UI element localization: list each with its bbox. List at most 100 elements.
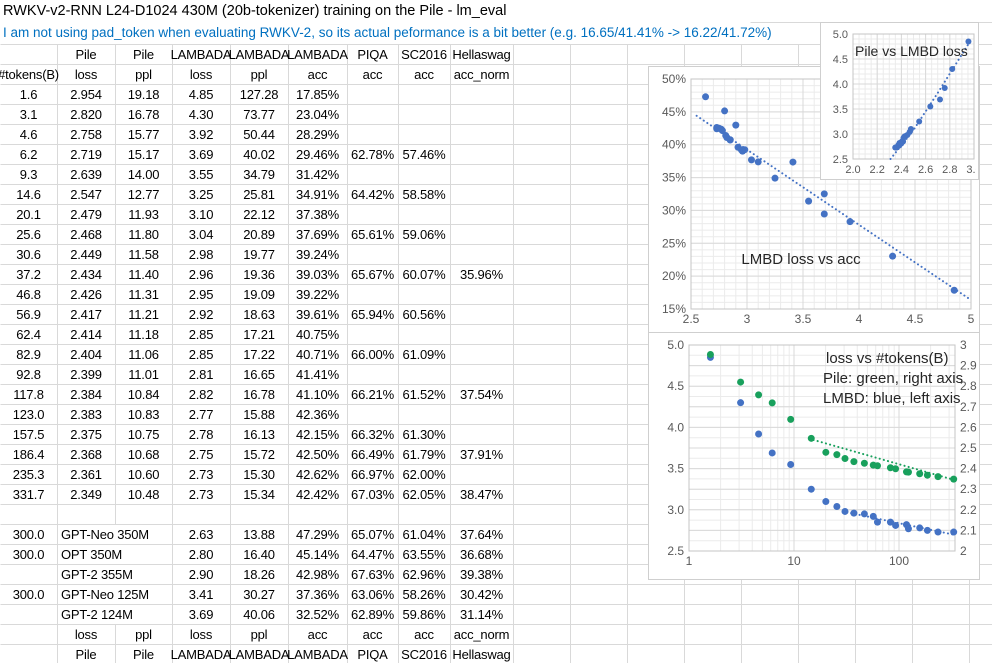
- data-cell[interactable]: 3.55: [172, 164, 230, 184]
- data-cell[interactable]: 14.00: [115, 164, 172, 184]
- model-name-cell[interactable]: GPT-2 355M: [57, 564, 172, 584]
- data-cell[interactable]: 2.368: [57, 444, 115, 464]
- data-cell[interactable]: [450, 324, 513, 344]
- data-cell[interactable]: 16.13: [230, 424, 288, 444]
- data-cell[interactable]: 42.15%: [288, 424, 347, 444]
- data-cell[interactable]: [347, 324, 398, 344]
- data-cell[interactable]: 65.07%: [347, 524, 398, 544]
- data-cell[interactable]: 2.414: [57, 324, 115, 344]
- data-cell[interactable]: [450, 304, 513, 324]
- data-cell[interactable]: [347, 84, 398, 104]
- data-cell[interactable]: 3.41: [172, 584, 230, 604]
- data-cell[interactable]: 300.0: [0, 584, 57, 604]
- data-cell[interactable]: [347, 284, 398, 304]
- data-cell[interactable]: 157.5: [0, 424, 57, 444]
- data-cell[interactable]: 67.03%: [347, 484, 398, 504]
- data-cell[interactable]: [450, 464, 513, 484]
- data-cell[interactable]: 20.1: [0, 204, 57, 224]
- data-cell[interactable]: 10.84: [115, 384, 172, 404]
- model-name-cell[interactable]: GPT-Neo 125M: [57, 584, 172, 604]
- footer-label-cell[interactable]: Pile: [57, 644, 115, 664]
- data-cell[interactable]: 37.64%: [450, 524, 513, 544]
- data-cell[interactable]: 19.77: [230, 244, 288, 264]
- footer-label-cell[interactable]: [0, 624, 57, 644]
- data-cell[interactable]: 39.03%: [288, 264, 347, 284]
- data-cell[interactable]: [450, 284, 513, 304]
- data-cell[interactable]: 25.6: [0, 224, 57, 244]
- empty-cell[interactable]: [115, 504, 172, 524]
- data-cell[interactable]: 16.65: [230, 364, 288, 384]
- data-cell[interactable]: 2.426: [57, 284, 115, 304]
- data-cell[interactable]: [0, 604, 57, 624]
- data-cell[interactable]: 15.88: [230, 404, 288, 424]
- data-cell[interactable]: 62.89%: [347, 604, 398, 624]
- data-cell[interactable]: 56.9: [0, 304, 57, 324]
- data-cell[interactable]: 2.85: [172, 344, 230, 364]
- empty-cell[interactable]: [450, 504, 513, 524]
- data-cell[interactable]: 34.91%: [288, 184, 347, 204]
- empty-cell[interactable]: [288, 504, 347, 524]
- data-cell[interactable]: 2.399: [57, 364, 115, 384]
- data-cell[interactable]: 62.00%: [398, 464, 450, 484]
- data-cell[interactable]: 235.3: [0, 464, 57, 484]
- data-cell[interactable]: 63.55%: [398, 544, 450, 564]
- data-cell[interactable]: 2.383: [57, 404, 115, 424]
- data-cell[interactable]: 61.30%: [398, 424, 450, 444]
- data-cell[interactable]: 11.58: [115, 244, 172, 264]
- data-cell[interactable]: 39.61%: [288, 304, 347, 324]
- data-cell[interactable]: 92.8: [0, 364, 57, 384]
- data-cell[interactable]: 10.83: [115, 404, 172, 424]
- data-cell[interactable]: 65.94%: [347, 304, 398, 324]
- data-cell[interactable]: 2.81: [172, 364, 230, 384]
- data-cell[interactable]: 10.68: [115, 444, 172, 464]
- footer-label-cell[interactable]: LAMBADA: [172, 644, 230, 664]
- data-cell[interactable]: 15.34: [230, 484, 288, 504]
- column-header-cell[interactable]: loss: [172, 64, 230, 84]
- data-cell[interactable]: 17.22: [230, 344, 288, 364]
- data-cell[interactable]: [450, 184, 513, 204]
- footer-label-cell[interactable]: acc_norm: [450, 624, 513, 644]
- data-cell[interactable]: 2.820: [57, 104, 115, 124]
- data-cell[interactable]: 45.14%: [288, 544, 347, 564]
- data-cell[interactable]: 34.79: [230, 164, 288, 184]
- data-cell[interactable]: [0, 564, 57, 584]
- data-cell[interactable]: 40.06: [230, 604, 288, 624]
- footer-label-cell[interactable]: PIQA: [347, 644, 398, 664]
- data-cell[interactable]: 65.61%: [347, 224, 398, 244]
- empty-cell[interactable]: [230, 504, 288, 524]
- data-cell[interactable]: 31.14%: [450, 604, 513, 624]
- data-cell[interactable]: 39.38%: [450, 564, 513, 584]
- data-cell[interactable]: [450, 404, 513, 424]
- column-header-cell[interactable]: acc: [347, 64, 398, 84]
- data-cell[interactable]: 32.52%: [288, 604, 347, 624]
- data-cell[interactable]: 17.21: [230, 324, 288, 344]
- data-cell[interactable]: [398, 164, 450, 184]
- data-cell[interactable]: 40.71%: [288, 344, 347, 364]
- data-cell[interactable]: 15.17: [115, 144, 172, 164]
- data-cell[interactable]: 17.85%: [288, 84, 347, 104]
- data-cell[interactable]: 64.42%: [347, 184, 398, 204]
- data-cell[interactable]: 2.384: [57, 384, 115, 404]
- data-cell[interactable]: 2.95: [172, 284, 230, 304]
- sheet-subtitle-cell[interactable]: I am not using pad_token when evaluating…: [3, 25, 772, 40]
- data-cell[interactable]: 331.7: [0, 484, 57, 504]
- data-cell[interactable]: [450, 124, 513, 144]
- data-cell[interactable]: 11.31: [115, 284, 172, 304]
- data-cell[interactable]: 58.58%: [398, 184, 450, 204]
- model-name-cell[interactable]: OPT 350M: [57, 544, 172, 564]
- data-cell[interactable]: 30.27: [230, 584, 288, 604]
- empty-cell[interactable]: [0, 504, 57, 524]
- data-cell[interactable]: 2.719: [57, 144, 115, 164]
- data-cell[interactable]: 2.85: [172, 324, 230, 344]
- data-cell[interactable]: 2.78: [172, 424, 230, 444]
- chart-pile-vs-lmbd-inset[interactable]: 5.04.54.03.53.02.52.02.22.42.62.83.0Pile…: [820, 22, 979, 180]
- data-cell[interactable]: 15.72: [230, 444, 288, 464]
- data-cell[interactable]: [347, 104, 398, 124]
- data-cell[interactable]: 37.69%: [288, 224, 347, 244]
- column-header-cell[interactable]: ppl: [115, 64, 172, 84]
- data-cell[interactable]: 37.54%: [450, 384, 513, 404]
- data-cell[interactable]: 41.41%: [288, 364, 347, 384]
- empty-cell[interactable]: [172, 504, 230, 524]
- data-cell[interactable]: 11.80: [115, 224, 172, 244]
- data-cell[interactable]: 2.349: [57, 484, 115, 504]
